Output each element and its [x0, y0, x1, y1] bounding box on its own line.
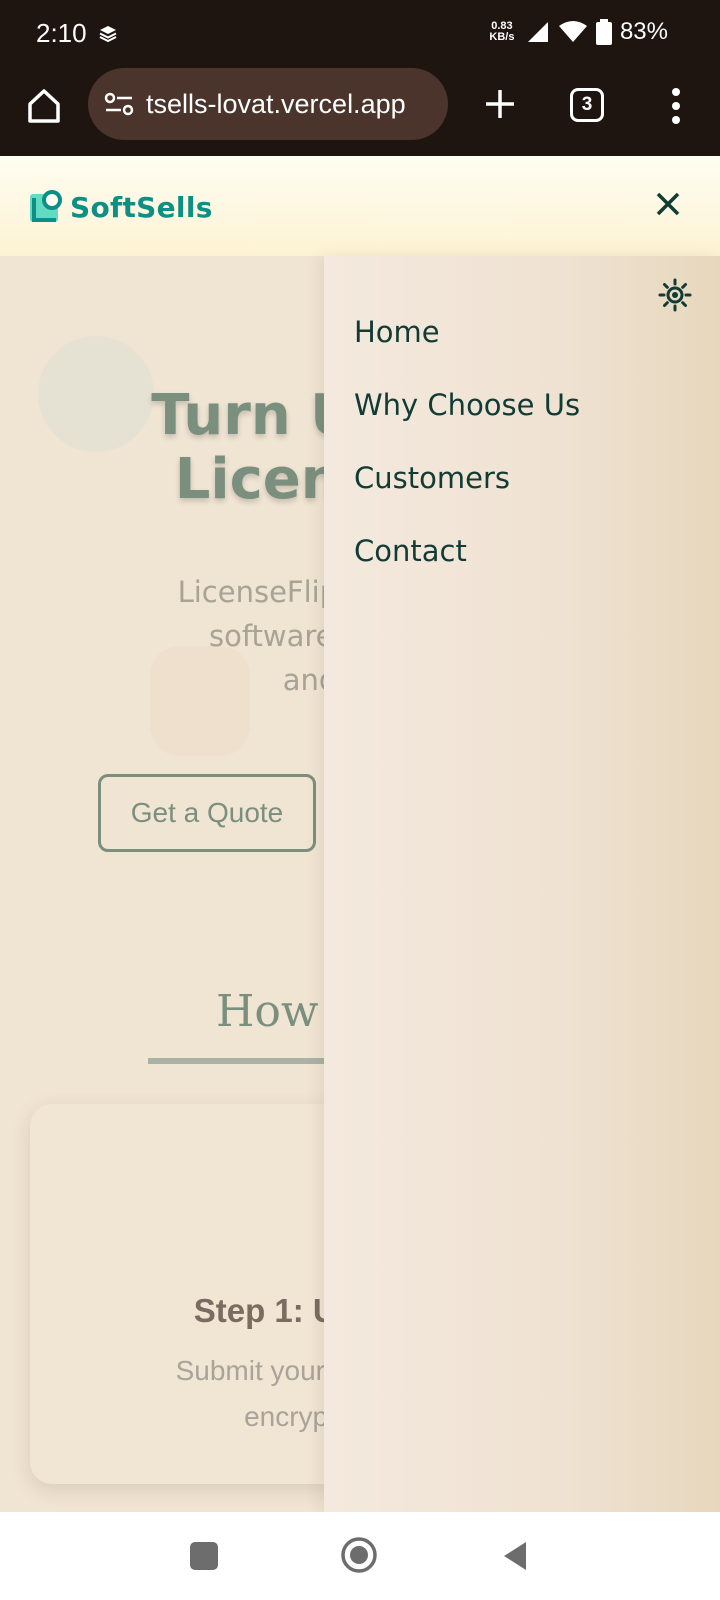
- nav-list: Home Why Choose Us Customers Contact: [354, 314, 580, 606]
- browser-toolbar: tsells-lovat.vercel.app 3: [0, 68, 720, 156]
- new-tab-icon[interactable]: [478, 82, 522, 126]
- recents-button-icon[interactable]: [190, 1542, 218, 1570]
- url-text: tsells-lovat.vercel.app: [146, 88, 406, 119]
- nav-item-customers[interactable]: Customers: [354, 460, 580, 533]
- battery-percent: 83%: [619, 18, 668, 45]
- nav-item-home[interactable]: Home: [354, 314, 580, 387]
- status-time: 2:10: [36, 18, 87, 48]
- network-speed: 0.83 KB/s: [489, 20, 515, 43]
- logo-mark-icon: [30, 190, 62, 222]
- wifi-icon: [558, 21, 587, 42]
- cell-signal-icon: [527, 22, 548, 42]
- site-header: SoftSells: [0, 156, 720, 256]
- battery-icon: [595, 19, 612, 45]
- logo-text: SoftSells: [70, 190, 213, 224]
- mobile-nav-menu: Home Why Choose Us Customers Contact: [324, 256, 720, 1512]
- address-bar[interactable]: tsells-lovat.vercel.app: [88, 68, 448, 140]
- status-bar: 2:10 0.83 KB/s 83%: [0, 0, 720, 68]
- nav-item-contact[interactable]: Contact: [354, 533, 580, 606]
- how-section-title: How: [216, 986, 319, 1037]
- sun-icon[interactable]: [658, 278, 692, 312]
- home-icon[interactable]: [24, 86, 64, 126]
- back-button-icon[interactable]: [502, 1540, 528, 1572]
- home-button-icon[interactable]: [340, 1536, 378, 1574]
- close-icon[interactable]: [654, 190, 682, 218]
- more-options-icon[interactable]: [664, 86, 688, 126]
- layers-icon: [99, 26, 117, 43]
- tab-switcher-button[interactable]: 3: [570, 88, 604, 122]
- nav-item-why-choose-us[interactable]: Why Choose Us: [354, 387, 580, 460]
- system-nav-bar: [0, 1512, 720, 1600]
- section-underline: [148, 1058, 328, 1064]
- get-quote-button[interactable]: Get a Quote: [98, 774, 316, 852]
- site-logo[interactable]: SoftSells: [28, 188, 213, 226]
- site-settings-icon[interactable]: [104, 92, 134, 116]
